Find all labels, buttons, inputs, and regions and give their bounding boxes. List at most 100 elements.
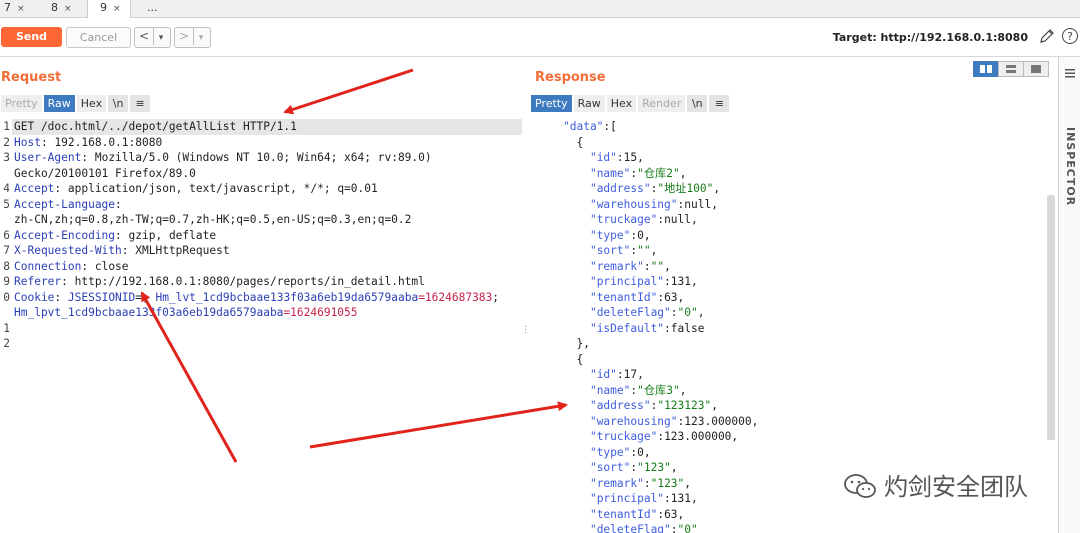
json-value: "123" [637,461,671,474]
line-number: 0 [3,290,10,304]
header-colon: : [115,197,122,211]
header-name: Host [14,135,41,149]
menu-icon[interactable]: ≡ [709,95,730,112]
request-tab-bar: 7 × 8 × 9 × ... [0,0,1080,18]
response-editor[interactable]: "data":[ { "id":15, "name":"仓库2", "addre… [563,119,758,533]
json-value: 63 [664,507,678,521]
tab-label: 8 [51,1,58,14]
response-view-tabs: Pretty Raw Hex Render \n ≡ [531,95,731,112]
header-value: zh-CN,zh;q=0.8,zh-TW;q=0.7,zh-HK;q=0.5,e… [14,213,412,226]
response-scrollbar[interactable] [1047,195,1055,440]
target-label: Target: http://192.168.0.1:8080 [832,31,1028,44]
tab-pretty[interactable]: Pretty [531,95,572,112]
request-line: GET /doc.html/../depot/getAllList HTTP/1… [14,120,297,133]
tab-close-icon[interactable]: × [113,4,121,14]
line-number: 3 [3,151,10,164]
tab-7[interactable]: 7 × [4,0,25,17]
tab-raw[interactable]: Raw [573,95,605,112]
header-value: Gecko/20100101 Firefox/89.0 [14,166,196,180]
line-number: 2 [3,135,10,149]
line-number: 6 [3,228,10,242]
tab-9[interactable]: 9 × [87,0,131,18]
header-value: application/json, text/javascript, */*; … [61,182,378,195]
header-name: Connection [14,259,82,273]
line-number: 1 [3,120,10,133]
line-number: 1 [3,321,10,335]
json-value: 123.000000 [664,430,732,443]
header-name: User-Agent [14,151,82,164]
chevron-down-icon[interactable]: ▾ [154,30,168,47]
header-name: Accept-Encoding [14,228,116,242]
newline-toggle-icon[interactable]: \n [108,95,129,112]
cookie-key: Hm_lvt_1cd9bcbaae133f03a6eb19da6579aaba [155,290,419,304]
request-editor[interactable]: 1 2 3 4 5 6 7 8 9 0 1 2 GET /doc.html/..… [0,119,522,533]
help-icon[interactable]: ? [1062,28,1078,44]
header-value: Mozilla/5.0 (Windows NT 10.0; Win64; x64… [88,151,432,164]
cookie-equals: = [135,290,143,304]
header-value: close [88,259,129,273]
json-value: 63 [664,290,678,304]
watermark-text: 灼剑安全团队 [884,473,1028,501]
tab-raw[interactable]: Raw [43,95,75,112]
cancel-button[interactable]: Cancel [66,27,131,48]
json-value: 0 [637,445,644,459]
tab-close-icon[interactable]: × [64,4,72,14]
pane-divider[interactable]: · · · [523,57,531,533]
menu-icon[interactable]: ≡ [130,95,151,112]
line-number: 4 [3,182,10,195]
drag-handle-icon[interactable]: · · · [524,323,527,339]
request-view-tabs: Pretty Raw Hex \n ≡ [1,95,152,112]
json-value: "0" [677,523,698,533]
header-value: http://192.168.0.1:8080/pages/reports/in… [67,275,425,288]
response-pane-title: Response [535,70,606,85]
tab-close-icon[interactable]: × [17,4,25,14]
newline-toggle-icon[interactable]: \n [687,95,708,112]
cookie-value: =1624687383 [418,290,493,304]
header-value: XMLHttpRequest [128,244,230,257]
json-value: 0 [637,228,644,242]
header-name: Accept-Language [14,197,116,211]
split-horizontal-icon[interactable] [973,61,999,77]
tab-pretty[interactable]: Pretty [1,95,42,112]
cookie-separator: ; [142,290,156,304]
chevron-down-icon[interactable]: ▾ [194,30,208,47]
tab-label: 7 [4,1,11,14]
single-pane-icon[interactable] [1023,61,1049,77]
request-text: GET /doc.html/../depot/getAllList HTTP/1… [14,120,500,319]
tab-render[interactable]: Render [638,95,686,112]
cookie-value: =1624691055 [283,306,358,319]
tab-8[interactable]: 8 × [51,0,72,17]
json-value: "仓库3" [637,383,680,397]
forward-button[interactable]: > ▾ [174,27,211,48]
pencil-icon[interactable] [1038,27,1056,45]
header-name: Accept [14,182,55,195]
tab-more[interactable]: ... [147,0,158,17]
line-number: 5 [3,197,10,211]
tab-hex[interactable]: Hex [606,95,637,112]
cookie-key: JSESSIONID [61,290,136,304]
json-value: null [664,213,692,226]
json-value: "123123" [657,399,712,412]
split-vertical-icon[interactable] [998,61,1024,77]
json-value: "0" [677,306,698,319]
inspector-menu-icon[interactable] [1064,67,1076,79]
toolbar: Send Cancel < ▾ > ▾ Target: http://192.168… [0,18,1080,57]
back-arrow-icon: < [135,28,154,45]
cookie-separator: ; [492,290,500,304]
cookie-key: Hm_lpvt_1cd9bcbaae133f03a6eb19da6579aaba [14,306,284,319]
json-value: "" [650,259,665,273]
inspector-sidebar[interactable]: INSPECTOR [1058,57,1080,533]
wechat-logo-icon [844,474,876,498]
line-number: 8 [3,259,10,273]
send-button[interactable]: Send [1,27,62,47]
json-value: 15 [623,151,638,164]
back-button[interactable]: < ▾ [134,27,171,48]
json-key: "data" [563,120,604,133]
tab-hex[interactable]: Hex [76,95,107,112]
header-name: X-Requested-With [14,244,122,257]
line-number: 9 [3,275,10,288]
json-value: 131 [670,275,692,288]
header-name: Cookie [14,290,55,304]
inspector-label[interactable]: INSPECTOR [1064,127,1077,206]
tab-label: ... [147,1,158,14]
